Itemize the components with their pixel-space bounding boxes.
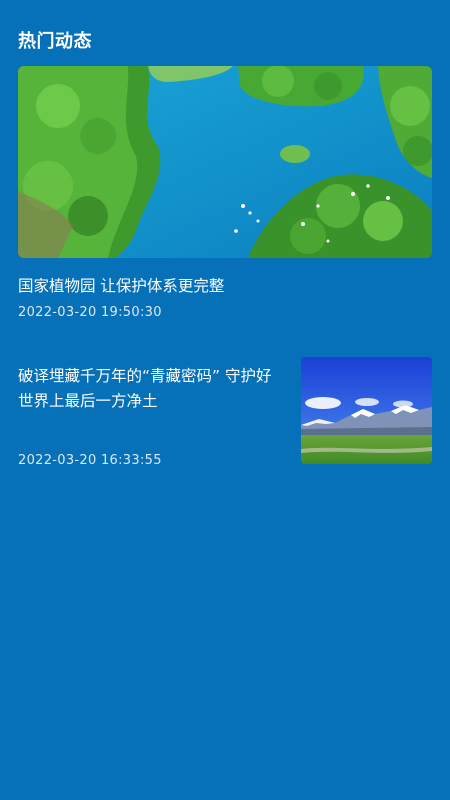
section-title: 热门动态 (18, 31, 92, 52)
article-time: 2022-03-20 19:50:30 (18, 305, 162, 320)
article-thumbnail[interactable] (301, 357, 432, 464)
article-card[interactable]: 国家植物园 让保护体系更完整 2022-03-20 19:50:30 (18, 66, 432, 320)
article-title[interactable]: 破译埋藏千万年的“青藏密码” 守护好世界上最后一方净土 (18, 364, 284, 414)
article-image[interactable] (18, 66, 432, 258)
snow-mountain-grassland-image (301, 357, 432, 464)
article-time: 2022-03-20 16:33:55 (18, 453, 162, 466)
article-title[interactable]: 国家植物园 让保护体系更完整 (18, 274, 224, 296)
aerial-lake-forest-image (18, 66, 432, 258)
article-card[interactable]: 破译埋藏千万年的“青藏密码” 守护好世界上最后一方净土 2022-03-20 1… (18, 356, 432, 466)
